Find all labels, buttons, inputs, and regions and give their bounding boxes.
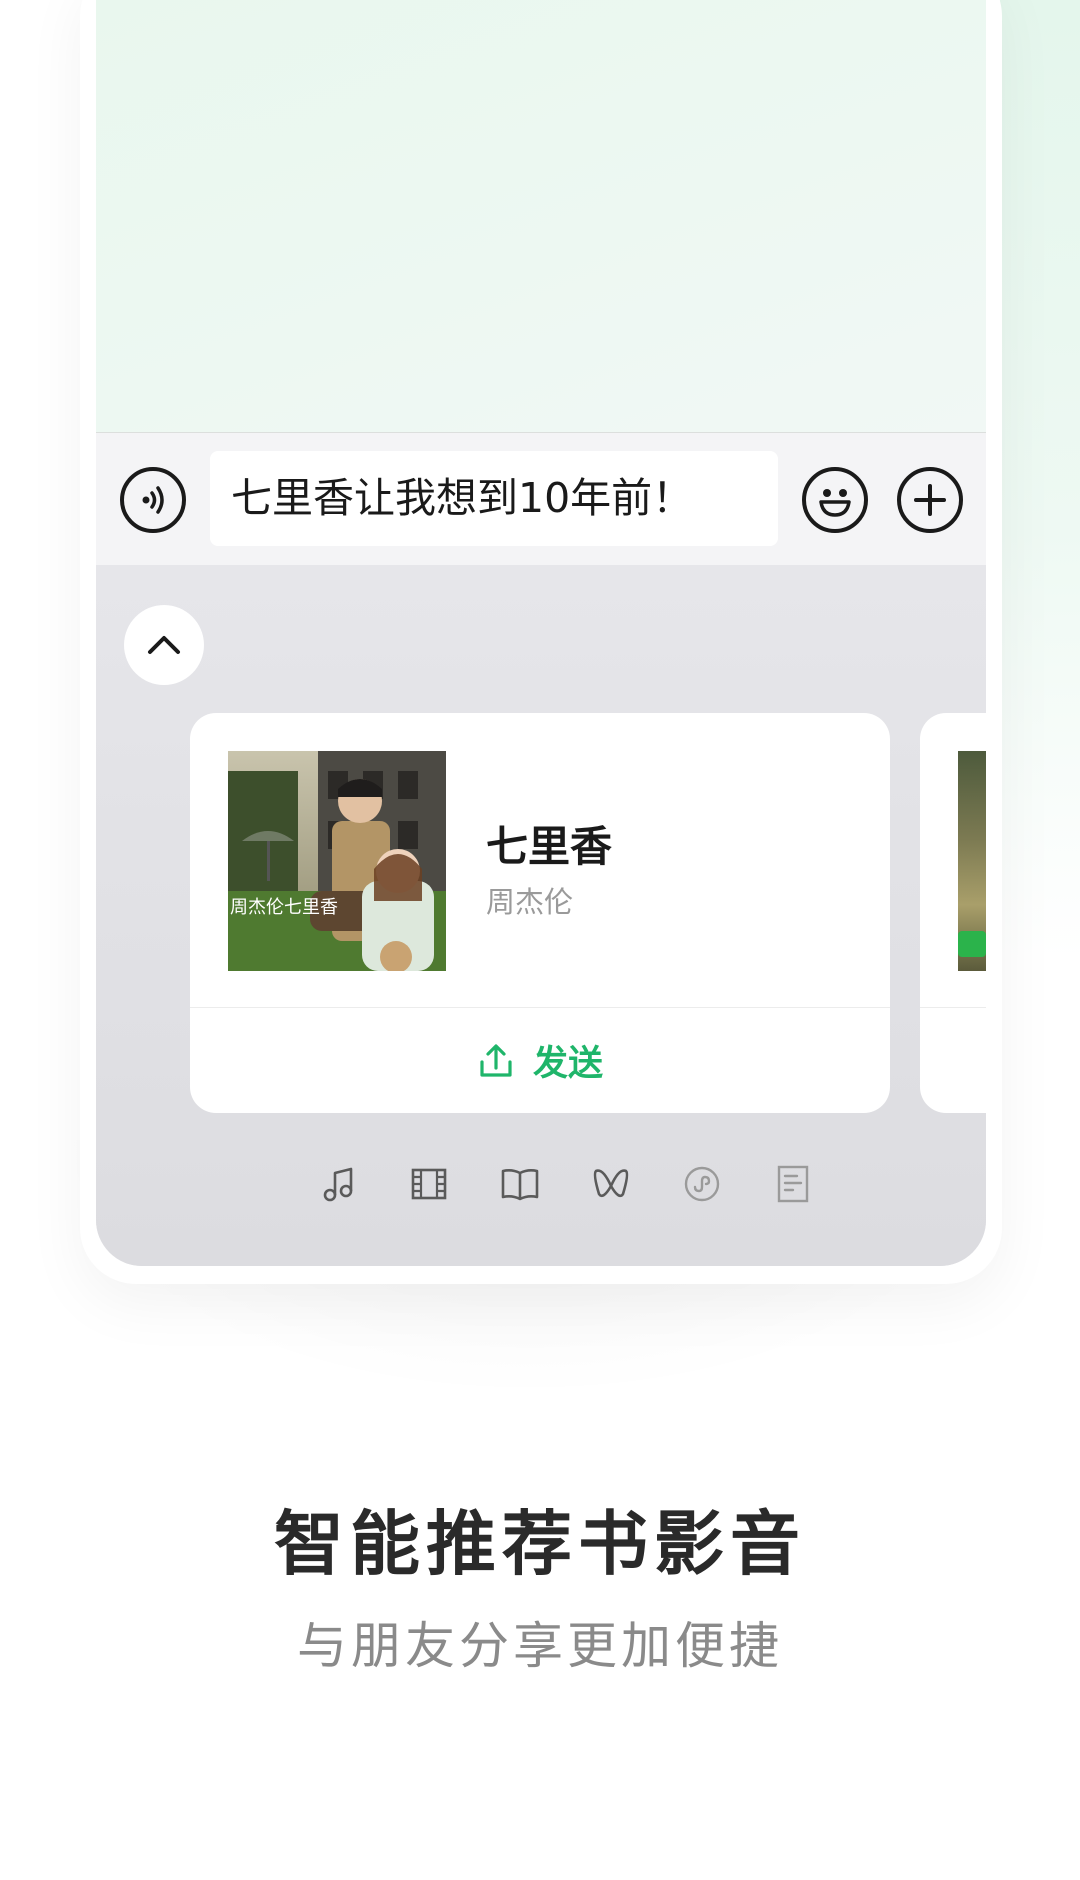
emoji-button[interactable] [802, 467, 868, 533]
plus-icon [914, 484, 946, 516]
film-icon [411, 1168, 446, 1200]
artist-name: 周杰伦 [486, 885, 574, 919]
share-upload-icon [480, 1043, 512, 1077]
chat-area [96, 0, 986, 433]
music-note-icon [323, 1167, 352, 1202]
input-bar: 七里香让我想到10年前！ [96, 433, 986, 565]
book-icon [501, 1169, 538, 1201]
feature-title: 智能推荐书影音 [274, 1503, 806, 1585]
feature-subtitle: 与朋友分享更加便捷 [297, 1617, 783, 1675]
send-button[interactable]: 发送 [190, 1008, 890, 1113]
voice-button[interactable] [120, 467, 186, 533]
butterfly-icon [593, 1169, 628, 1198]
album-art-text: 周杰伦七里香 [230, 897, 338, 918]
more-button[interactable] [897, 467, 963, 533]
mini-program-icon [684, 1166, 719, 1202]
share-panel: 周杰伦七里香 七里香 周杰伦 发送 [96, 565, 986, 1266]
voice-icon [142, 486, 164, 514]
tab-music[interactable] [292, 1159, 383, 1209]
category-tabs [292, 1159, 838, 1209]
send-label: 发送 [532, 1044, 603, 1084]
message-input[interactable]: 七里香让我想到10年前！ [210, 451, 778, 546]
next-card[interactable] [920, 713, 986, 1113]
album-art: 周杰伦七里香 [228, 751, 446, 971]
tab-book[interactable] [474, 1159, 565, 1209]
collapse-button[interactable] [124, 605, 204, 685]
next-card-divider [920, 1007, 986, 1008]
phone-screen: 七里香让我想到10年前！ 周杰伦七里香 七里香 周杰伦 发送 [96, 0, 986, 1266]
chevron-up-icon [148, 636, 180, 654]
emoji-icon [819, 489, 851, 517]
background-gradient [1000, 0, 1080, 960]
document-icon [777, 1165, 808, 1203]
tab-article[interactable] [747, 1159, 838, 1209]
next-card-badge [958, 931, 986, 957]
tab-mini-program[interactable] [656, 1159, 747, 1209]
tab-movie[interactable] [383, 1159, 474, 1209]
tab-butterfly[interactable] [565, 1159, 656, 1209]
song-title: 七里香 [486, 822, 613, 871]
music-card[interactable]: 周杰伦七里香 七里香 周杰伦 发送 [190, 713, 890, 1113]
